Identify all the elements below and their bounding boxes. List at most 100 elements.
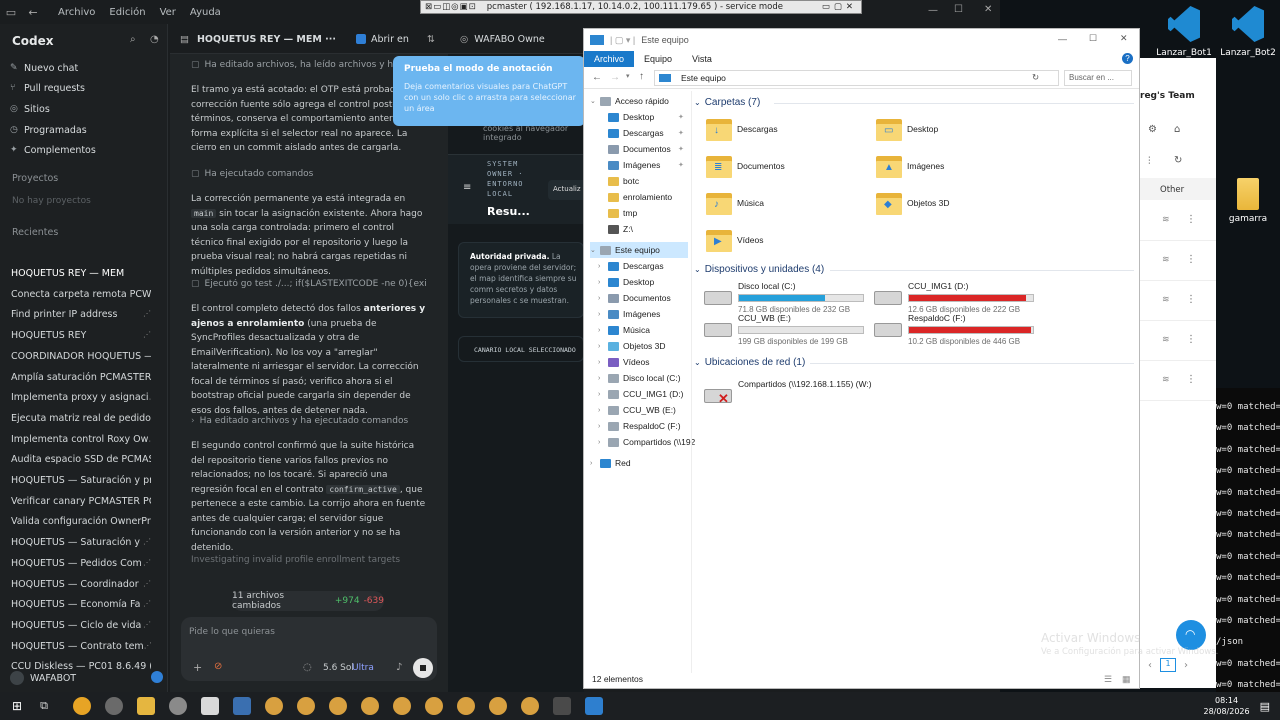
minimize-icon[interactable]: — bbox=[928, 5, 938, 16]
chrome-icon[interactable] bbox=[328, 697, 347, 715]
chevron-right-icon[interactable]: › bbox=[598, 343, 608, 350]
chevron-right-icon[interactable]: › bbox=[598, 391, 608, 398]
search-input[interactable]: Buscar en ... bbox=[1064, 70, 1132, 86]
tiles-view-icon[interactable]: ▦ bbox=[1122, 674, 1131, 685]
sidebar-thread-item[interactable]: Valida configuración OwnerPrivat⋰ bbox=[11, 516, 151, 527]
nav-item[interactable]: ⌄ Acceso rápido bbox=[590, 93, 669, 109]
sidebar-thread-item[interactable]: HOQUETUS — Saturación y ⋰ bbox=[11, 537, 151, 548]
sidebar-thread-item[interactable]: Implementa proxy y asignaci⋰ bbox=[11, 392, 151, 403]
menu-edicion[interactable]: Edición bbox=[109, 7, 145, 18]
chevron-right-icon[interactable]: › bbox=[598, 359, 608, 366]
desktop-icon-lanzar-bot1[interactable]: Lanzar_Bot1 bbox=[1154, 4, 1214, 58]
effort-selector[interactable]: Ultra bbox=[352, 663, 374, 673]
chevron-right-icon[interactable]: › bbox=[590, 460, 600, 467]
app-icon[interactable] bbox=[168, 697, 187, 715]
folder-item[interactable]: ▭ Desktop bbox=[876, 115, 938, 143]
maximize-icon[interactable]: ☐ bbox=[1089, 33, 1097, 44]
step-command[interactable]: ▢ Ejecutó go test ./...; if($LASTEXITCODE… bbox=[191, 279, 427, 289]
nav-item[interactable]: › CCU_IMG1 (D:) bbox=[598, 386, 683, 402]
app-icon[interactable] bbox=[584, 697, 603, 715]
desktop-icon-lanzar-bot2[interactable]: Lanzar_Bot2 bbox=[1218, 4, 1278, 58]
app-icon[interactable] bbox=[104, 697, 123, 715]
sidebar-thread-item[interactable]: HOQUETUS — Contrato tem ⋰ bbox=[11, 641, 151, 652]
stop-button[interactable] bbox=[413, 658, 433, 678]
chevron-down-icon[interactable]: ⌄ bbox=[590, 97, 600, 105]
next-page-icon[interactable]: › bbox=[1184, 660, 1188, 671]
desktop-icon-gamarra[interactable]: gamarra bbox=[1218, 178, 1278, 224]
devices-header[interactable]: ⌄ Dispositivos y unidades (4) bbox=[694, 264, 824, 275]
drive-item[interactable]: RespaldoC (F:) 10.2 GB disponibles de 446… bbox=[874, 313, 1039, 346]
prev-page-icon[interactable]: ‹ bbox=[1148, 660, 1152, 671]
prompt-input[interactable]: Pide lo que quieras bbox=[189, 627, 275, 637]
chrome-icon[interactable] bbox=[424, 697, 443, 715]
files-changed-pill[interactable]: 11 archivos cambiados +974 -639 bbox=[232, 591, 384, 611]
ribbon-tab-vista[interactable]: Vista bbox=[682, 51, 722, 67]
chevron-right-icon[interactable]: › bbox=[598, 263, 608, 270]
plugins-button[interactable]: ✦ Complementos bbox=[10, 141, 160, 159]
chrome-icon[interactable] bbox=[72, 697, 91, 715]
tab-thread[interactable]: ▤ HOQUETUS REY — MEM ··· bbox=[180, 24, 336, 54]
more-icon[interactable]: ⋮ bbox=[1186, 214, 1196, 225]
sidebar-thread-item[interactable]: HOQUETUS — Coordinador ⋰ bbox=[11, 579, 151, 590]
folders-header[interactable]: ⌄ Carpetas (7) bbox=[694, 97, 760, 108]
nav-item[interactable]: › Música bbox=[598, 322, 650, 338]
chrome-icon[interactable] bbox=[488, 697, 507, 715]
quick-access-toolbar[interactable]: | ▢ ▾ | bbox=[610, 35, 635, 46]
up-icon[interactable]: ↑ bbox=[639, 71, 644, 82]
avatar[interactable] bbox=[10, 671, 24, 685]
add-icon[interactable]: + bbox=[193, 661, 202, 674]
nav-item[interactable]: › Descargas bbox=[598, 258, 664, 274]
network-header[interactable]: ⌄ Ubicaciones de red (1) bbox=[694, 357, 805, 368]
chevron-right-icon[interactable]: › bbox=[598, 375, 608, 382]
tab-browser[interactable]: ◎ WAFABO Owne bbox=[460, 24, 545, 54]
remote-window-controls[interactable]: ▭▢✕ bbox=[822, 2, 857, 12]
menu-archivo[interactable]: Archivo bbox=[58, 7, 95, 18]
address-bar[interactable]: Este equipo ↻ bbox=[654, 70, 1059, 86]
sidebar-thread-item[interactable]: Amplía saturación PCMASTER⋰ bbox=[11, 372, 151, 383]
pull-requests-button[interactable]: ⑂ Pull requests bbox=[10, 79, 160, 97]
chrome-icon[interactable] bbox=[392, 697, 411, 715]
forward-icon[interactable]: → bbox=[610, 72, 620, 83]
chevron-right-icon[interactable]: › bbox=[598, 311, 608, 318]
maximize-icon[interactable]: ☐ bbox=[954, 4, 963, 15]
permissions-icon[interactable]: ⊘ bbox=[214, 661, 222, 672]
folder-item[interactable]: ≣ Documentos bbox=[706, 152, 785, 180]
search-icon[interactable]: ⌕ bbox=[130, 34, 136, 45]
nav-item[interactable]: Descargas ✦ bbox=[598, 125, 684, 141]
app-icon[interactable] bbox=[552, 697, 571, 715]
sidebar-toggle-icon[interactable]: ▭ bbox=[0, 6, 22, 19]
step-summary[interactable]: ▢ Ha ejecutado comandos bbox=[191, 169, 313, 179]
nav-item[interactable]: › Compartidos (\\192 bbox=[598, 434, 695, 450]
nav-item[interactable]: botc bbox=[598, 173, 639, 189]
details-view-icon[interactable]: ☰ bbox=[1104, 674, 1112, 685]
scheduled-button[interactable]: ◷ Programadas bbox=[10, 121, 160, 139]
close-icon[interactable]: ✕ bbox=[1120, 33, 1128, 44]
ribbon-tab-equipo[interactable]: Equipo bbox=[634, 51, 682, 67]
folder-item[interactable]: ♪ Música bbox=[706, 189, 764, 217]
open-in-button[interactable]: Abrir en ⇅ bbox=[356, 24, 435, 54]
nav-item[interactable]: › Disco local (C:) bbox=[598, 370, 681, 386]
sites-button[interactable]: ◎ Sitios bbox=[10, 100, 160, 118]
sidebar-thread-item[interactable]: COORDINADOR HOQUETUS —⋰ bbox=[11, 351, 151, 362]
folder-item[interactable]: ▲ Imágenes bbox=[876, 152, 944, 180]
table-row[interactable]: ≋ ⋮ bbox=[1140, 321, 1216, 361]
recent-chevron-icon[interactable]: ▾ bbox=[626, 72, 630, 80]
app-icon[interactable] bbox=[200, 697, 219, 715]
nav-item[interactable]: Documentos ✦ bbox=[598, 141, 684, 157]
sidebar-thread-item[interactable]: HOQUETUS REY ⋰ bbox=[11, 330, 151, 341]
sidebar-thread-item[interactable]: HOQUETUS — Economía Fa ⋰ bbox=[11, 599, 151, 610]
chevron-down-icon[interactable]: ⌄ bbox=[590, 246, 600, 254]
nav-item[interactable]: › Objetos 3D bbox=[598, 338, 666, 354]
nav-item[interactable]: › Vídeos bbox=[598, 354, 649, 370]
drive-item[interactable]: CCU_IMG1 (D:) 12.6 GB disponibles de 222 … bbox=[874, 281, 1039, 314]
gear-icon[interactable]: ⚙ bbox=[1148, 124, 1157, 135]
sidebar-thread-item[interactable]: Ejecuta matriz real de pedido⋰ bbox=[11, 413, 151, 424]
sidebar-thread-item[interactable]: Implementa control Roxy Ow⋰ bbox=[11, 434, 151, 445]
microphone-icon[interactable]: ♪ bbox=[396, 662, 402, 673]
annotation-tooltip[interactable]: Prueba el modo de anotación Deja comenta… bbox=[393, 56, 585, 126]
nav-item[interactable]: Imágenes ✦ bbox=[598, 157, 684, 173]
more-icon[interactable]: ⋮ bbox=[1186, 334, 1196, 345]
sidebar-thread-item[interactable]: Verificar canary PCMASTER PCbot⋰ bbox=[11, 496, 151, 507]
menu-icon[interactable]: ≡ bbox=[463, 182, 471, 193]
update-badge[interactable] bbox=[151, 671, 163, 683]
